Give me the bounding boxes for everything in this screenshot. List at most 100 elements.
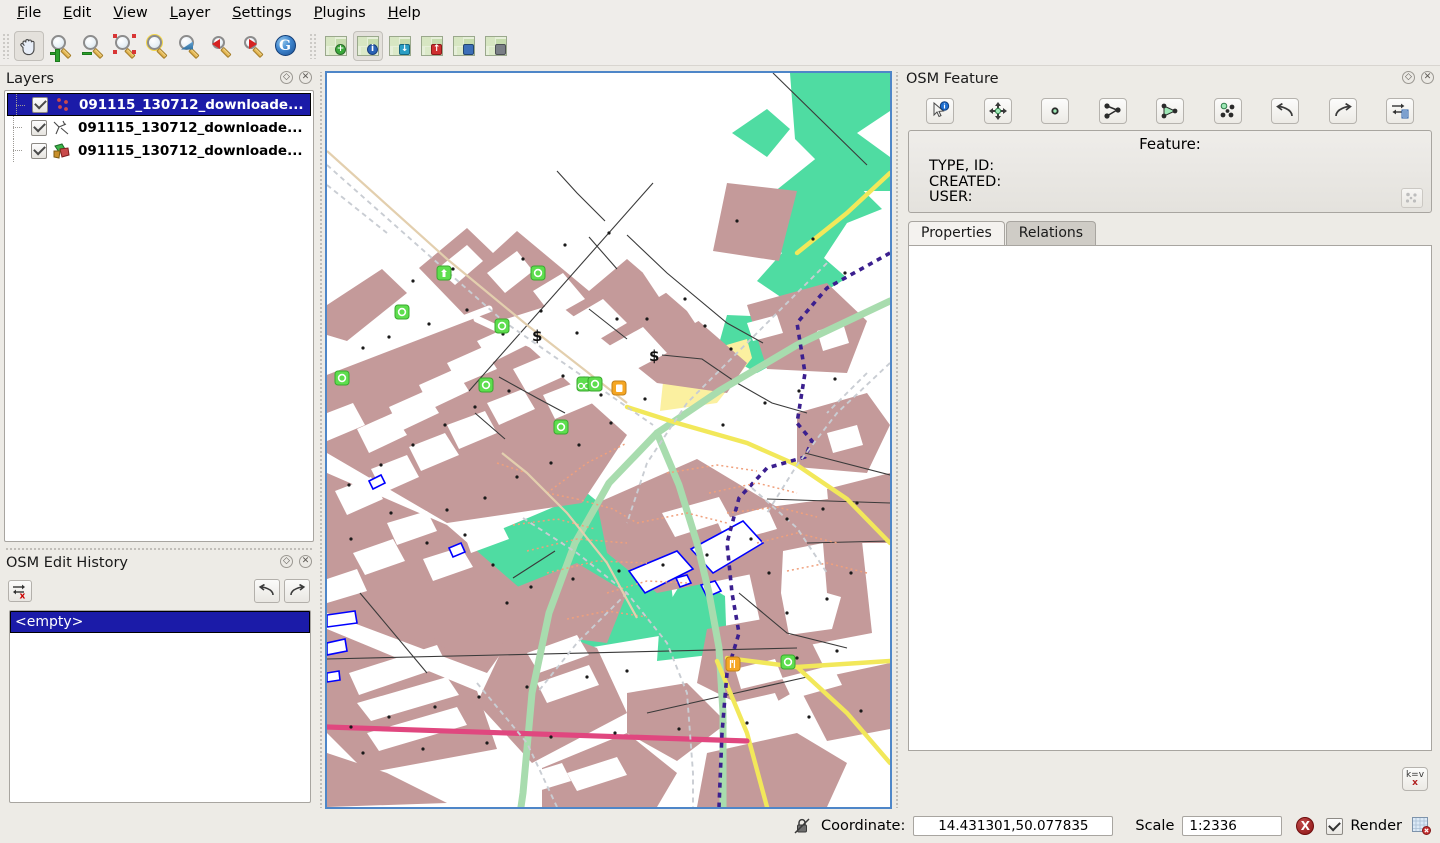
edit-history-list[interactable]: <empty> [9, 610, 311, 803]
main-toolbar: G + i ↓ ↑ [0, 26, 1440, 66]
feature-created-label: CREATED: [929, 174, 1001, 190]
remove-tag-button[interactable]: k=vx [1402, 767, 1428, 791]
zoom-to-layer-button[interactable] [174, 31, 204, 61]
refresh-button[interactable]: G [270, 31, 300, 61]
no-lock-icon[interactable] [791, 816, 813, 836]
feature-tabbar: Properties Relations [908, 221, 1432, 245]
close-icon[interactable]: ✕ [299, 555, 312, 568]
menu-layer[interactable]: Layer [159, 2, 221, 25]
menu-bar: File Edit View Layer Settings Plugins He… [0, 0, 1440, 26]
osm-save-button[interactable] [449, 31, 479, 61]
identify-feature-button[interactable]: i [926, 98, 954, 124]
scale-value: 1:2336 [1189, 818, 1237, 834]
layer-item-lines[interactable]: 091115_130712_downloade... [5, 116, 313, 139]
osm-import-icon: ↑ [421, 36, 443, 56]
edit-history-item[interactable]: <empty> [10, 611, 310, 633]
close-icon[interactable]: ✕ [299, 71, 312, 84]
properties-table[interactable] [908, 245, 1432, 751]
close-icon[interactable]: ✕ [1421, 71, 1434, 84]
layers-panel-title: Layers [6, 71, 54, 87]
coordinate-input[interactable]: 14.431301,50.077835 [913, 816, 1113, 836]
layers-tree[interactable]: 091115_130712_downloade... 091115_130712… [4, 90, 314, 542]
layer-item-polygons[interactable]: 091115_130712_downloade... [5, 139, 313, 162]
menu-help[interactable]: Help [377, 2, 432, 25]
undo-button[interactable] [1271, 98, 1299, 124]
coordinate-value: 14.431301,50.077835 [938, 818, 1088, 834]
remove-tag-icon: k=vx [1402, 767, 1428, 791]
menu-settings[interactable]: Settings [221, 2, 303, 25]
svg-text:$: $ [649, 347, 659, 365]
render-checkbox[interactable] [1326, 818, 1343, 835]
render-toggle[interactable]: Render [1326, 818, 1402, 835]
toolbar-drag-handle-osm[interactable] [309, 33, 317, 59]
menu-view[interactable]: View [102, 2, 158, 25]
layer-visibility-checkbox[interactable] [31, 143, 47, 159]
feature-user-label: USER: [929, 189, 973, 205]
feature-type-id-label: TYPE, ID: [929, 158, 994, 174]
qgis-main-window: File Edit View Layer Settings Plugins He… [0, 0, 1440, 843]
show-properties-button[interactable] [1386, 98, 1414, 124]
menu-edit[interactable]: Edit [52, 2, 102, 25]
zoom-last-button[interactable] [206, 31, 236, 61]
pan-map-button[interactable] [14, 31, 44, 61]
crs-status-button[interactable] [1410, 816, 1432, 836]
layer-label: 091115_130712_downloade... [78, 143, 302, 159]
zoom-full-icon [145, 34, 169, 58]
osm-feature-panel: OSM Feature ◇ ✕ i [900, 68, 1440, 809]
layer-visibility-checkbox[interactable] [32, 97, 48, 113]
move-feature-button[interactable] [984, 98, 1012, 124]
osm-download-icon: i [357, 36, 379, 56]
pan-map-icon [18, 35, 40, 57]
zoom-to-selection-button[interactable] [110, 31, 140, 61]
zoom-full-button[interactable] [142, 31, 172, 61]
redo-button[interactable] [1329, 98, 1357, 124]
float-icon[interactable]: ◇ [280, 71, 293, 84]
relation-icon[interactable] [1401, 188, 1423, 208]
undo-button[interactable] [254, 579, 280, 603]
feature-info-box: Feature: TYPE, ID: CREATED: USER: [908, 130, 1432, 213]
zoom-layer-icon [177, 34, 201, 58]
float-icon[interactable]: ◇ [280, 555, 293, 568]
create-point-button[interactable] [1041, 98, 1069, 124]
feature-heading: Feature: [909, 135, 1431, 153]
menu-plugins[interactable]: Plugins [303, 2, 377, 25]
map-canvas[interactable]: $ $ [325, 71, 892, 809]
create-polygon-icon [1160, 101, 1180, 121]
zoom-next-button[interactable] [238, 31, 268, 61]
zoom-next-icon [241, 34, 265, 58]
zoom-in-button[interactable] [46, 31, 76, 61]
zoom-out-button[interactable] [78, 31, 108, 61]
osm-load-button[interactable]: + [321, 31, 351, 61]
edit-history-title: OSM Edit History [6, 555, 128, 571]
svg-text:$: $ [532, 327, 542, 345]
osm-upload-button[interactable]: ↓ [385, 31, 415, 61]
float-icon[interactable]: ◇ [1402, 71, 1415, 84]
tab-properties[interactable]: Properties [908, 221, 1005, 245]
status-bar: Coordinate: 14.431301,50.077835 Scale 1:… [0, 809, 1440, 843]
osm-feature-toolbar: i [900, 94, 1440, 128]
menu-file[interactable]: File [6, 2, 52, 25]
line-layer-icon [52, 119, 72, 137]
osm-download-button[interactable]: i [353, 31, 383, 61]
osm-remove-button[interactable] [481, 31, 511, 61]
clear-history-button[interactable]: x [8, 580, 32, 602]
create-point-icon [1045, 101, 1065, 121]
osm-feature-titlebar: OSM Feature ◇ ✕ [900, 68, 1440, 90]
redo-button[interactable] [284, 579, 310, 603]
svg-text:i: i [943, 103, 945, 111]
layers-panel-titlebar: Layers ◇ ✕ [0, 68, 318, 90]
stop-rendering-button[interactable]: X [1296, 817, 1314, 835]
osm-import-button[interactable]: ↑ [417, 31, 447, 61]
layer-visibility-checkbox[interactable] [31, 120, 47, 136]
toolbar-drag-handle-navigation[interactable] [2, 33, 10, 59]
left-panel-splitter[interactable] [318, 72, 324, 808]
create-polygon-button[interactable] [1156, 98, 1184, 124]
layer-item-points[interactable]: 091115_130712_downloade... [7, 93, 311, 116]
scale-input[interactable]: 1:2336 [1182, 816, 1282, 836]
create-relation-button[interactable] [1214, 98, 1242, 124]
layers-panel: Layers ◇ ✕ 091115_130712_ [0, 68, 318, 546]
create-line-button[interactable] [1099, 98, 1127, 124]
feature-user-row: USER: [909, 190, 1431, 206]
undo-icon [1275, 103, 1295, 119]
tab-relations[interactable]: Relations [1006, 221, 1096, 245]
